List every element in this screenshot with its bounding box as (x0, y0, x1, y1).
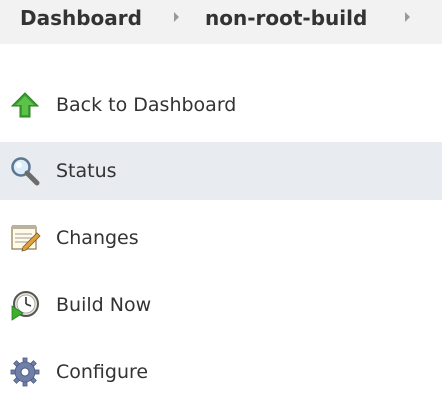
magnifier-icon (8, 154, 42, 188)
task-label: Back to Dashboard (56, 94, 237, 116)
breadcrumb-project-link[interactable]: non-root-build (205, 6, 367, 30)
up-arrow-icon (8, 88, 42, 122)
task-configure[interactable]: Configure (0, 343, 442, 401)
breadcrumb-separator-icon[interactable] (405, 12, 410, 22)
notepad-icon (8, 221, 42, 255)
breadcrumb: Dashboard non-root-build (0, 0, 442, 44)
task-status[interactable]: Status (0, 142, 442, 200)
task-back-to-dashboard[interactable]: Back to Dashboard (0, 76, 442, 134)
task-label: Status (56, 160, 117, 182)
task-label: Configure (56, 361, 149, 383)
task-changes[interactable]: Changes (0, 209, 442, 267)
breadcrumb-dashboard-link[interactable]: Dashboard (20, 6, 142, 30)
clock-play-icon (8, 288, 42, 322)
gear-icon (8, 355, 42, 389)
task-build-now[interactable]: Build Now (0, 276, 442, 334)
task-label: Build Now (56, 294, 152, 316)
breadcrumb-separator-icon[interactable] (174, 12, 179, 22)
task-label: Changes (56, 227, 139, 249)
